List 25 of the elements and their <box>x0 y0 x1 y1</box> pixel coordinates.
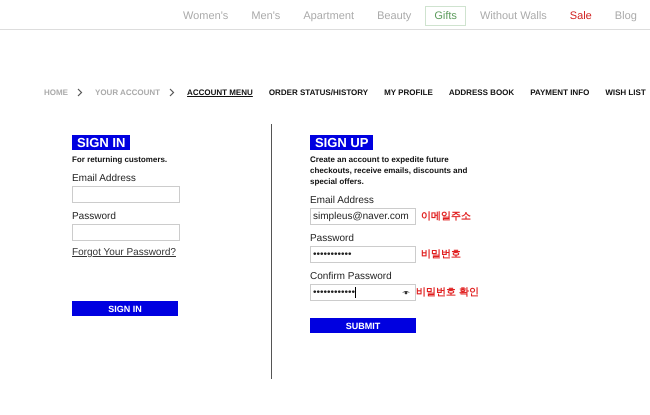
input-field[interactable]: •••••••••••• <box>310 284 416 301</box>
field-label: Password <box>310 233 354 245</box>
section-subtitle: Create an account to expedite future checkouts, receive emails, discounts and special offers. <box>310 154 468 187</box>
input-field[interactable]: simpleus@naver.com <box>310 208 416 225</box>
section-title: SIGN IN <box>72 135 130 150</box>
sign-in-button[interactable]: SIGN IN <box>72 301 178 316</box>
account-menu-link[interactable]: MY PROFILE <box>384 88 433 96</box>
input-field[interactable]: ••••••••••• <box>310 246 416 263</box>
field-label: Email Address <box>310 195 374 207</box>
annotation: 이메일주소 <box>421 210 471 223</box>
annotation: 비밀번호 <box>421 248 461 261</box>
account-menu-link[interactable]: ACCOUNT MENU <box>187 88 253 96</box>
section-title: SIGN UP <box>310 135 374 150</box>
account-menu-link[interactable]: WISH LIST <box>605 88 646 96</box>
annotation: 비밀번호 확인 <box>416 286 479 299</box>
account-menu-link[interactable]: ADDRESS BOOK <box>448 88 514 96</box>
submit-button[interactable]: SUBMIT <box>310 318 416 333</box>
section-subtitle: For returning customers. <box>72 154 168 165</box>
nav-link[interactable]: Sale <box>560 6 601 26</box>
field-label: Password <box>72 211 116 223</box>
forgot-password-link[interactable]: Forgot Your Password? <box>72 247 176 258</box>
account-menu-link[interactable]: PAYMENT INFO <box>530 88 590 96</box>
field-label: Email Address <box>72 173 136 185</box>
field-label: Confirm Password <box>310 271 392 283</box>
account-menu-link[interactable]: ORDER STATUS/HISTORY <box>268 88 368 96</box>
